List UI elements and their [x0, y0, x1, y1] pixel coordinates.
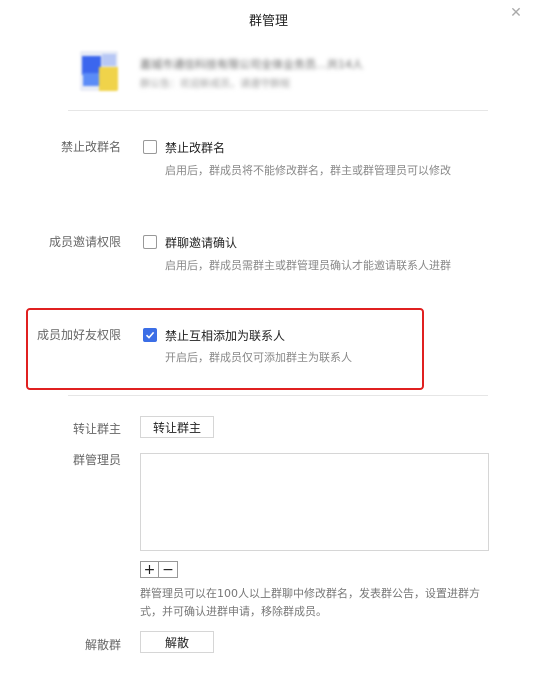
invite-checkbox[interactable] — [143, 235, 157, 249]
close-icon[interactable]: ✕ — [505, 2, 527, 24]
divider — [68, 395, 488, 396]
friend-checkbox[interactable] — [143, 328, 157, 342]
group-description: 群公告：欢迎新成员，请遵守群规 — [140, 79, 290, 90]
friend-label: 成员加好友权限 — [36, 328, 121, 342]
invite-label: 成员邀请权限 — [48, 235, 121, 249]
admin-list[interactable] — [140, 453, 489, 551]
rename-label: 禁止改群名 — [60, 140, 121, 154]
dialog-title: 群管理 — [248, 14, 288, 29]
group-avatar — [80, 51, 118, 91]
transfer-owner-button[interactable]: 转让群主 — [140, 416, 214, 438]
admin-controls: + − — [140, 561, 178, 578]
transfer-label: 转让群主 — [72, 422, 121, 436]
rename-checkbox[interactable] — [143, 140, 157, 154]
admins-note: 群管理员可以在100人以上群聊中修改群名，发表群公告，设置进群方式，并可确认进群… — [140, 587, 480, 618]
friend-description: 开启后，群成员仅可添加群主为联系人 — [165, 351, 352, 364]
divider — [68, 110, 488, 111]
add-admin-button[interactable]: + — [140, 561, 159, 578]
admins-label: 群管理员 — [72, 453, 121, 467]
dissolve-button[interactable]: 解散 — [140, 631, 214, 653]
remove-admin-button[interactable]: − — [159, 561, 178, 578]
check-icon — [145, 331, 155, 339]
dissolve-label: 解散群 — [84, 638, 121, 652]
rename-description: 启用后，群成员将不能修改群名，群主或群管理员可以修改 — [165, 164, 451, 177]
rename-option[interactable]: 禁止改群名 — [165, 139, 225, 156]
group-name: 嘉城市通信科技有限公司全体业务员…共14人 — [140, 58, 363, 71]
friend-option[interactable]: 禁止互相添加为联系人 — [165, 327, 285, 344]
invite-description: 启用后，群成员需群主或群管理员确认才能邀请联系人进群 — [165, 259, 451, 272]
group-header: 嘉城市通信科技有限公司全体业务员…共14人 群公告：欢迎新成员，请遵守群规 — [80, 51, 490, 93]
invite-option[interactable]: 群聊邀请确认 — [165, 234, 237, 251]
